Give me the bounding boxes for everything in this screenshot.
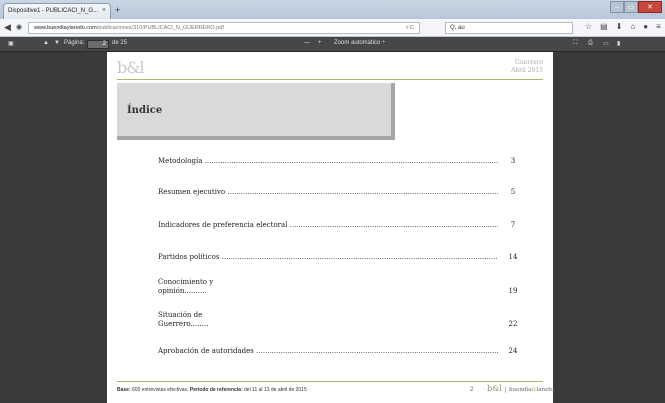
header-divider (117, 79, 543, 80)
toc-page: 24 (508, 347, 518, 355)
index-heading-box: Índice (117, 83, 395, 140)
header-location: Guerrero Abril 2015 (511, 59, 543, 75)
toc-label: Conocimiento y opinión.......... (158, 278, 214, 295)
page-label: Página: (64, 40, 85, 46)
pdf-page: b&l Guerrero Abril 2015 Índice Metodolog… (107, 52, 554, 403)
toc-page: 19 (508, 287, 518, 295)
footer-page-number: 2 (470, 387, 474, 393)
tab-title: Dispositive1 - PUBLICACI_N_G... (8, 8, 99, 14)
toc-label: Situación de Guerrero........ (158, 311, 209, 328)
header-date: Abril 2015 (510, 67, 543, 74)
brand-part-b: laredo (536, 387, 555, 393)
toc-page: 3 (510, 157, 516, 165)
footer-base-label: Base: (117, 387, 131, 393)
zoom-out-button[interactable]: — (304, 40, 310, 46)
url-domain: www.buendiaylaredo.com (34, 25, 97, 31)
tab-close-icon[interactable]: × (102, 7, 106, 14)
toc-label-line2: Guerrero (158, 320, 191, 328)
sync-icon[interactable]: ● (643, 22, 648, 31)
toc-page: 22 (508, 320, 518, 328)
footer-divider (117, 381, 543, 382)
toc-page: 7 (510, 221, 516, 229)
toc-label-line2: opinión (158, 287, 185, 295)
next-page-icon[interactable]: ▼ (54, 40, 60, 46)
zoom-select[interactable]: Zoom automático ÷ (334, 40, 385, 46)
url-path: /publicaciones/310/PUBLICACI_N_GUERRERO.… (96, 25, 224, 31)
toc-item-situacion[interactable]: Situación de Guerrero........ 22 (158, 310, 528, 329)
footer-period-label: Periodo de referencia: (189, 387, 243, 393)
footer-note: Base: 600 entrevistas efectivas. Periodo… (117, 387, 307, 393)
pdf-toolbar: ▣ ▲ ▼ Página: 2 de 25 — + Zoom automátic… (0, 37, 665, 52)
brand-part-a: buendía (509, 387, 532, 393)
toc-label: Indicadores de preferencia electoral (158, 221, 498, 230)
bookmark-star-icon[interactable]: ☆ (585, 22, 592, 31)
toc-label-line1: Conocimiento y (158, 278, 214, 286)
home-icon[interactable]: ⌂ (630, 22, 635, 31)
zoom-in-button[interactable]: + (318, 40, 322, 46)
url-bar[interactable]: www.buendiaylaredo.com/publicaciones/310… (28, 22, 420, 34)
toc-item-metodologia[interactable]: Metodología 3 (158, 156, 528, 166)
search-input[interactable]: Q, au (445, 22, 573, 34)
previous-page-icon[interactable]: ▲ (43, 40, 49, 46)
footer-logo: b&l (487, 384, 502, 393)
header-logo: b&l (117, 58, 145, 77)
toc-item-resumen[interactable]: Resumen ejecutivo 5 (158, 187, 528, 197)
toc-label: Partidos políticos (158, 253, 498, 262)
toc-page: 5 (510, 188, 516, 196)
back-icon[interactable]: ◀ (4, 22, 11, 33)
toc-item-indicadores[interactable]: Indicadores de preferencia electoral 7 (158, 220, 528, 230)
toc-label: Metodología (158, 157, 498, 166)
browser-tab[interactable]: Dispositive1 - PUBLICACI_N_G... × (3, 3, 111, 19)
toolbar-icons: ☆ ▤ ⬇ ⌂ ● ≡ (585, 22, 661, 31)
fullscreen-icon[interactable]: ⛶ (573, 40, 577, 47)
footer-brand: buendía&laredo (505, 387, 554, 393)
index-title: Índice (127, 105, 163, 116)
toc-label: Aprobación de autoridades (158, 347, 498, 356)
toc-label-line1: Situación de (158, 311, 203, 319)
browser-navbar: ◀ ◉ www.buendiaylaredo.com/publicaciones… (0, 19, 665, 37)
toc-item-partidos[interactable]: Partidos políticos 14 (158, 252, 528, 262)
sidebar-toggle-icon[interactable]: ▣ (8, 40, 14, 47)
close-window-button[interactable]: ✕ (638, 1, 662, 13)
menu-icon[interactable]: ≡ (656, 22, 661, 31)
print-icon[interactable]: ⎙ (588, 40, 593, 47)
page-number-input[interactable]: 2 (87, 40, 109, 49)
toc-item-aprobacion[interactable]: Aprobación de autoridades 24 (158, 346, 528, 356)
download-icon[interactable]: ⬇ (616, 22, 623, 31)
maximize-button[interactable]: ▭ (624, 1, 638, 13)
footer-period-text: del 11 al 13 de abril de 2015 (242, 387, 307, 393)
reload-icon[interactable]: ▿ C (406, 25, 414, 31)
reading-list-icon[interactable]: ▤ (600, 22, 608, 31)
save-icon[interactable]: ▭ (603, 40, 609, 47)
new-tab-button[interactable]: + (115, 5, 120, 15)
minimize-button[interactable]: – (610, 1, 624, 13)
site-identity-icon[interactable]: ◉ (16, 23, 22, 31)
toc-page: 14 (508, 253, 518, 261)
toc-item-conocimiento[interactable]: Conocimiento y opinión.......... 19 (158, 277, 528, 296)
header-state: Guerrero (515, 59, 543, 66)
browser-titlebar: Dispositive1 - PUBLICACI_N_G... × + – ▭ … (0, 0, 665, 19)
page-total: de 25 (112, 40, 128, 46)
footer-base-text: 600 entrevistas efectivas. (130, 387, 190, 393)
toc-label: Resumen ejecutivo (158, 188, 498, 197)
bookmark-icon[interactable]: ▮ (617, 40, 620, 47)
window-controls: – ▭ ✕ (610, 1, 662, 13)
